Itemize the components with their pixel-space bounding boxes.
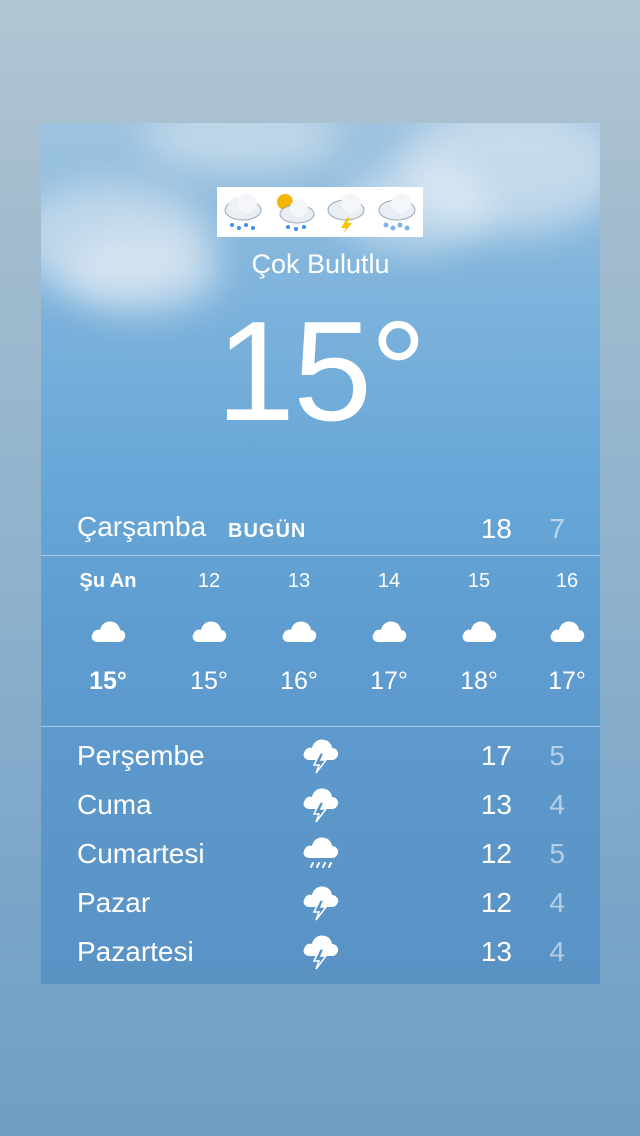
daily-day-name: Pazar [77, 887, 151, 918]
cloud-icon [550, 621, 585, 642]
daily-low-temp: 4 [549, 789, 565, 820]
hourly-temp: 17° [370, 667, 408, 695]
daily-high-temp: 13 [480, 936, 512, 967]
daily-day-name: Pazartesi [77, 936, 194, 967]
daily-row: Pazartesi 13 4 [41, 928, 600, 976]
today-low-temp: 7 [549, 513, 565, 544]
daily-row: Cuma 13 4 [41, 781, 600, 829]
cloud-snow-icon [374, 190, 420, 234]
daily-day-name: Cumartesi [77, 838, 205, 869]
hourly-time: 13 [287, 570, 311, 592]
rain-icon [303, 837, 339, 868]
daily-high-temp: 12 [480, 838, 512, 869]
hourly-time: 15 [467, 570, 491, 592]
thunderstorm-icon [303, 886, 339, 921]
hourly-temp: 15° [190, 667, 228, 695]
today-summary-row: Çarşamba BUGÜN 18 7 [41, 509, 600, 555]
daily-row: Cumartesi 12 5 [41, 830, 600, 878]
hourly-time: 16 [555, 570, 579, 592]
daily-high-temp: 12 [480, 887, 512, 918]
hourly-time: 12 [197, 570, 221, 592]
hourly-temp: 16° [280, 667, 318, 695]
cloud-icon [91, 621, 126, 642]
weather-condition: Çok Bulutlu [251, 249, 390, 279]
daily-day-name: Perşembe [77, 740, 205, 771]
daily-low-temp: 5 [549, 740, 565, 771]
today-badge: BUGÜN [228, 520, 307, 542]
daily-day-name: Cuma [77, 789, 152, 820]
daily-forecast-list[interactable]: Perşembe 17 5 Cuma 13 4 Cumartesi 12 5 P… [41, 727, 600, 984]
hourly-time: 14 [377, 570, 401, 592]
today-day-name: Çarşamba [77, 511, 207, 542]
daily-low-temp: 5 [549, 838, 565, 869]
weather-card: Çok Bulutlu 15° Çarşamba BUGÜN 18 7 Şu A… [41, 123, 600, 984]
cloud-lightning-icon [323, 190, 369, 234]
cloud-icon [462, 621, 497, 642]
daily-row: Perşembe 17 5 [41, 732, 600, 780]
daily-high-temp: 13 [480, 789, 512, 820]
daily-high-temp: 17 [480, 740, 512, 771]
thunderstorm-icon [303, 739, 339, 774]
hourly-temp: 17° [548, 667, 586, 695]
cloud-rain-icon [220, 190, 266, 234]
daily-row: Pazar 12 4 [41, 879, 600, 927]
header-weather-emoji-strip [217, 187, 423, 237]
thunderstorm-icon [303, 788, 339, 823]
cloud-icon [372, 621, 407, 642]
hourly-time: Şu An [79, 570, 137, 592]
current-temperature: 15° [216, 292, 427, 451]
sun-behind-rain-cloud-icon [271, 190, 317, 234]
thunderstorm-icon [303, 935, 339, 970]
cloud-icon [192, 621, 227, 642]
hourly-temp: 18° [460, 667, 498, 695]
cloud-icon [282, 621, 317, 642]
hourly-temp: 15° [89, 667, 127, 695]
hourly-forecast[interactable]: Şu An 15° 12 15° 13 16° 14 17° 15 18° 16… [41, 556, 600, 726]
today-high-temp: 18 [480, 513, 512, 544]
daily-low-temp: 4 [549, 936, 565, 967]
daily-low-temp: 4 [549, 887, 565, 918]
